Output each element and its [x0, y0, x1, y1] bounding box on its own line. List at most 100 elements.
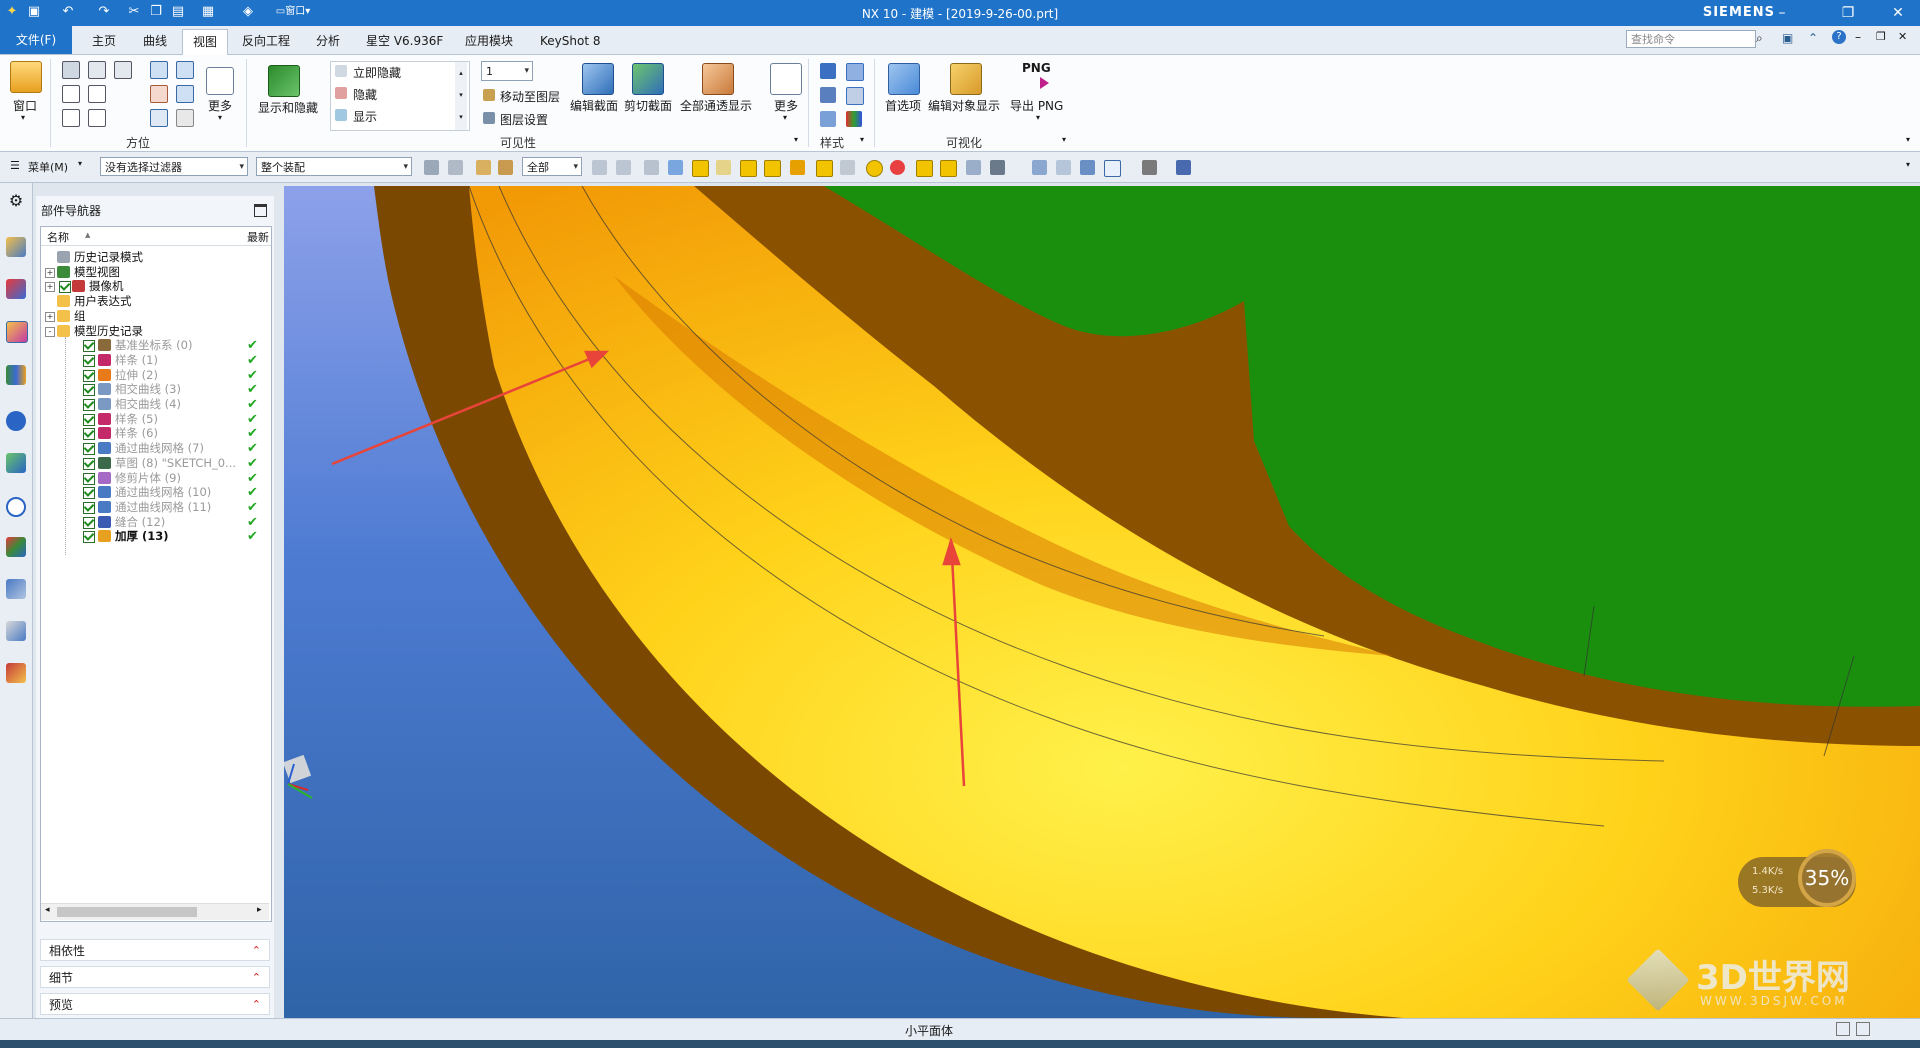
selection-scope-select[interactable]: 全部 ▾ [522, 157, 582, 176]
deselect-icon[interactable] [448, 160, 463, 175]
zoom-window-icon[interactable] [150, 85, 168, 103]
tab-file[interactable]: 文件(F) [0, 26, 72, 54]
clip-section-label[interactable]: 剪切截面 [624, 97, 672, 114]
more-views-icon[interactable] [206, 67, 234, 95]
layer-settings-icon[interactable] [483, 112, 495, 124]
preferences-label[interactable]: 首选项 [885, 97, 921, 114]
show-hide-label[interactable]: 显示和隐藏 [258, 99, 318, 116]
visibility-checkbox[interactable] [83, 369, 95, 382]
select-all-icon[interactable] [424, 160, 439, 175]
point-on-face-icon[interactable] [966, 160, 981, 175]
edit-section-label[interactable]: 编辑截面 [570, 97, 618, 114]
selection-filter-select[interactable]: 没有选择过滤器 ▾ [100, 157, 248, 176]
chevron-up-icon[interactable]: ⌃ [252, 994, 261, 1016]
visibility-checkbox[interactable] [83, 340, 95, 353]
pan-icon[interactable] [176, 85, 194, 103]
tab-keyshot[interactable]: KeyShot 8 [530, 29, 610, 53]
more-visibility-icon[interactable] [770, 63, 802, 95]
visibility-checkbox[interactable] [83, 472, 95, 485]
hide-label[interactable]: 隐藏 [353, 86, 377, 103]
maximize-navigator-icon[interactable] [254, 204, 267, 217]
hide-icon[interactable] [335, 87, 347, 99]
tree-expander-icon[interactable]: - [45, 326, 55, 337]
view-front-icon[interactable] [88, 61, 106, 79]
constraint-navigator-icon[interactable] [6, 279, 26, 299]
chevron-down-icon[interactable]: ▾ [78, 159, 82, 168]
menu-button[interactable]: 菜单(M) [28, 159, 68, 175]
select-bodies-icon[interactable] [498, 160, 513, 175]
view-bottom-icon[interactable] [62, 109, 80, 127]
part-navigator-icon[interactable] [6, 321, 28, 343]
immediate-hide-label[interactable]: 立即隐藏 [353, 64, 401, 81]
collapse-ribbon-icon[interactable]: ⌃ [1808, 31, 1818, 45]
select-multiple-icon[interactable] [716, 160, 731, 175]
scope-select[interactable]: 整个装配 ▾ [256, 157, 412, 176]
move-to-layer-label[interactable]: 移动至图层 [500, 88, 560, 105]
command-search-input[interactable]: 查找命令 [1626, 30, 1756, 48]
existing-point-icon[interactable] [816, 160, 833, 177]
shaded-icon[interactable] [846, 63, 864, 81]
system-scene-icon[interactable] [6, 663, 26, 683]
chevron-down-icon[interactable]: ▾ [1036, 113, 1040, 122]
full-screen-icon[interactable] [1836, 1022, 1850, 1036]
tangent-icon[interactable] [940, 160, 957, 177]
face-rule-icon[interactable] [644, 160, 659, 175]
chevron-up-icon[interactable]: ⌃ [252, 967, 261, 989]
face-analysis-icon[interactable] [846, 111, 862, 127]
hidden-edges-icon[interactable] [846, 87, 864, 105]
tab-curve[interactable]: 曲线 [133, 29, 177, 53]
show-hide-icon[interactable] [268, 65, 300, 97]
list-scroll[interactable]: ▴ ▾ ▾ [455, 62, 467, 130]
panel-details[interactable]: 细节 ⌃ [40, 966, 270, 988]
bounded-grid-icon[interactable] [990, 160, 1005, 175]
window-label[interactable]: 窗口 [13, 97, 37, 114]
visibility-checkbox[interactable] [83, 384, 95, 397]
zoom-window-toolbar-icon[interactable] [1056, 160, 1071, 175]
navigator-tree[interactable]: 名称 ▲ 最新 历史记录模式 + 模型视图 + 摄像机 用户表达式 + 组 - 模型历史记录 基准坐… [40, 226, 272, 922]
body-rule-icon[interactable] [668, 160, 683, 175]
role-icon[interactable] [6, 621, 26, 641]
horizontal-scrollbar[interactable]: ◂ ▸ [41, 903, 269, 920]
edit-section-icon[interactable] [582, 63, 614, 95]
graphics-window[interactable]: 1.4K/s 5.3K/s 35% 3D世界网 WWW.3DSJW.COM [284, 186, 1920, 1018]
move-to-layer-icon[interactable] [483, 89, 495, 101]
fit-view-icon[interactable] [150, 61, 168, 79]
assembly-navigator-icon[interactable] [6, 237, 26, 257]
scroll-left-icon[interactable]: ◂ [45, 905, 50, 915]
history-icon[interactable] [6, 497, 26, 517]
edit-object-display-label[interactable]: 编辑对象显示 [928, 97, 1000, 114]
visibility-checkbox[interactable] [83, 516, 95, 529]
layer-settings-label[interactable]: 图层设置 [500, 111, 548, 128]
visibility-checkbox[interactable] [83, 487, 95, 500]
wireframe-icon[interactable] [820, 87, 836, 103]
close-button[interactable]: ✕ [1880, 2, 1916, 24]
visibility-checkbox[interactable] [83, 399, 95, 411]
panel-preview[interactable]: 预览 ⌃ [40, 993, 270, 1015]
network-speed-widget[interactable]: 1.4K/s 5.3K/s 35% [1738, 849, 1856, 907]
menu-icon[interactable]: ☰ [10, 159, 20, 172]
fit-icon[interactable] [1032, 160, 1047, 175]
web-browser-icon[interactable] [6, 453, 26, 473]
export-png-label[interactable]: 导出 PNG [1010, 97, 1063, 114]
ribbon-options-icon[interactable]: ▾ [1906, 135, 1910, 144]
visibility-checkbox[interactable] [83, 443, 95, 456]
tab-xingkong[interactable]: 星空 V6.936F [356, 29, 453, 53]
window-icon[interactable] [10, 61, 42, 93]
tree-expander-icon[interactable]: + [45, 267, 55, 278]
rotate-toolbar-icon[interactable] [1080, 160, 1095, 175]
line-endpoint-icon[interactable] [740, 160, 757, 177]
more-visibility-label[interactable]: 更多 [774, 97, 798, 114]
restore-button[interactable]: ❐ [1830, 2, 1866, 24]
more-label[interactable]: 更多 [208, 97, 232, 114]
tab-home[interactable]: 主页 [82, 29, 126, 53]
tab-view[interactable]: 视图 [182, 29, 229, 55]
column-name[interactable]: 名称 [47, 229, 69, 245]
scroll-thumb[interactable] [57, 907, 197, 917]
quadrant-icon[interactable] [840, 160, 855, 175]
view-back-icon[interactable] [88, 109, 106, 127]
group-expand-icon[interactable]: ▾ [860, 135, 864, 144]
immediate-hide-icon[interactable] [335, 65, 347, 77]
group-expand-icon[interactable]: ▾ [794, 135, 798, 144]
visibility-checkbox[interactable] [83, 428, 95, 441]
view-left-icon[interactable] [88, 85, 106, 103]
